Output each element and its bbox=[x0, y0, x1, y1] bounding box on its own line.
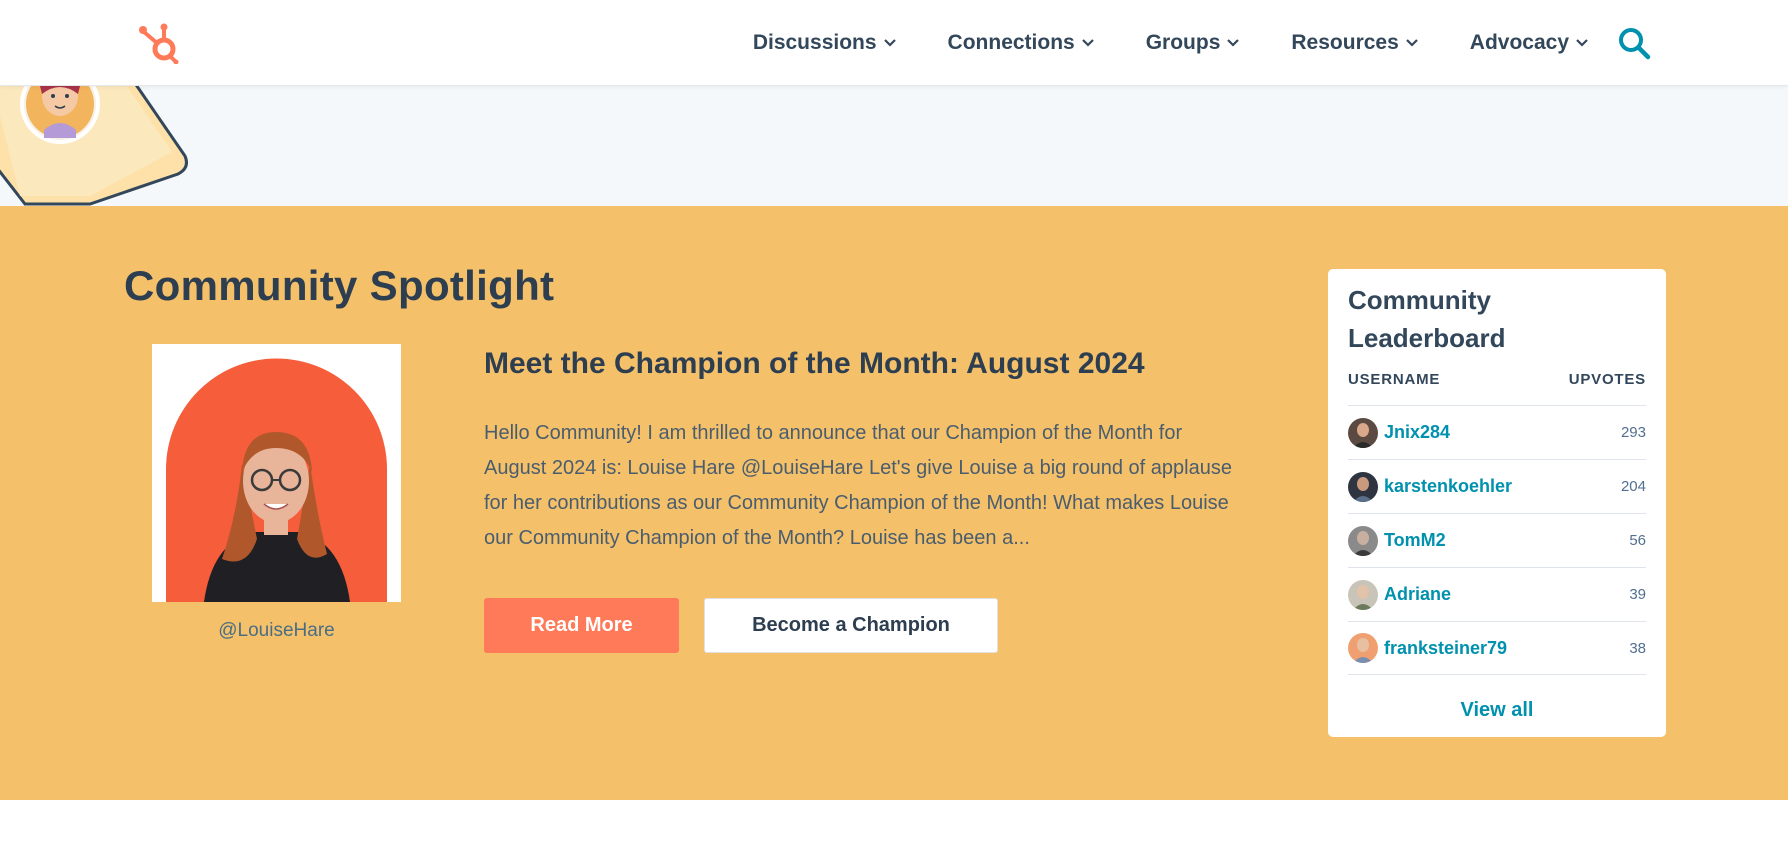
champion-portrait-image bbox=[152, 344, 401, 602]
leaderboard-upvotes: 39 bbox=[1629, 586, 1646, 603]
nav-label: Advocacy bbox=[1469, 31, 1569, 54]
main-menu: Discussions Connections Groups Resources… bbox=[701, 0, 1588, 86]
become-champion-button[interactable]: Become a Champion bbox=[704, 598, 998, 653]
chevron-down-icon bbox=[883, 39, 896, 47]
nav-label: Resources bbox=[1291, 31, 1399, 54]
community-leaderboard: Community Leaderboard USERNAME UPVOTES J… bbox=[1328, 269, 1666, 737]
leaderboard-upvotes: 293 bbox=[1620, 424, 1646, 441]
nav-resources[interactable]: Resources bbox=[1291, 31, 1418, 55]
champion-headline[interactable]: Meet the Champion of the Month: August 2… bbox=[484, 347, 1145, 381]
view-all-link[interactable]: View all bbox=[1328, 699, 1666, 722]
leaderboard-title: Community Leaderboard bbox=[1348, 285, 1506, 353]
leaderboard-username[interactable]: Adriane bbox=[1384, 584, 1629, 605]
search-icon[interactable] bbox=[1616, 25, 1652, 61]
leaderboard-upvotes: 56 bbox=[1629, 532, 1646, 549]
avatar[interactable] bbox=[1348, 633, 1378, 663]
leaderboard-username[interactable]: franksteiner79 bbox=[1384, 638, 1629, 659]
avatar[interactable] bbox=[1348, 471, 1378, 502]
chevron-down-icon bbox=[1227, 39, 1240, 47]
chevron-down-icon bbox=[1081, 39, 1094, 47]
avatar[interactable] bbox=[1348, 417, 1378, 448]
leaderboard-username[interactable]: TomM2 bbox=[1384, 530, 1629, 551]
nav-label: Connections bbox=[947, 31, 1075, 54]
top-navigation: Discussions Connections Groups Resources… bbox=[0, 0, 1788, 86]
champion-photo bbox=[152, 344, 401, 602]
section-title: Community Spotlight bbox=[124, 262, 555, 309]
nav-connections[interactable]: Connections bbox=[948, 31, 1094, 55]
champion-description: Hello Community! I am thrilled to announ… bbox=[484, 422, 1232, 549]
leaderboard-row: Adriane 39 bbox=[1348, 567, 1646, 621]
leaderboard-row: TomM2 56 bbox=[1348, 513, 1646, 567]
community-spotlight-section: Community Spotlight @LouiseHare Meet the… bbox=[0, 206, 1788, 800]
nav-label: Discussions bbox=[752, 31, 877, 54]
username-column-header: USERNAME bbox=[1348, 371, 1441, 388]
phone-illustration bbox=[0, 86, 188, 206]
hubspot-logo-icon[interactable] bbox=[138, 22, 182, 64]
nav-label: Groups bbox=[1145, 31, 1221, 54]
leaderboard-username[interactable]: karstenkoehler bbox=[1384, 476, 1621, 497]
avatar[interactable] bbox=[1348, 579, 1378, 610]
leaderboard-list: Jnix284 293 karstenkoehler 204 TomM2 56 bbox=[1348, 405, 1646, 675]
nav-groups[interactable]: Groups bbox=[1146, 31, 1240, 55]
champion-handle-link[interactable]: @LouiseHare bbox=[152, 620, 401, 642]
leaderboard-upvotes: 204 bbox=[1620, 478, 1646, 495]
leaderboard-row: franksteiner79 38 bbox=[1348, 621, 1646, 675]
leaderboard-username[interactable]: Jnix284 bbox=[1384, 422, 1621, 443]
upvotes-column-header: UPVOTES bbox=[1568, 371, 1646, 388]
leaderboard-row: Jnix284 293 bbox=[1348, 405, 1646, 459]
read-more-button[interactable]: Read More bbox=[484, 598, 679, 653]
leaderboard-upvotes: 38 bbox=[1629, 639, 1646, 657]
nav-discussions[interactable]: Discussions bbox=[753, 31, 896, 55]
hero-banner bbox=[0, 86, 1788, 206]
leaderboard-row: karstenkoehler 204 bbox=[1348, 459, 1646, 513]
avatar[interactable] bbox=[1348, 525, 1378, 556]
chevron-down-icon bbox=[1576, 39, 1588, 47]
leaderboard-header: USERNAME UPVOTES bbox=[1348, 371, 1646, 388]
chevron-down-icon bbox=[1406, 39, 1418, 47]
nav-advocacy[interactable]: Advocacy bbox=[1470, 31, 1588, 55]
